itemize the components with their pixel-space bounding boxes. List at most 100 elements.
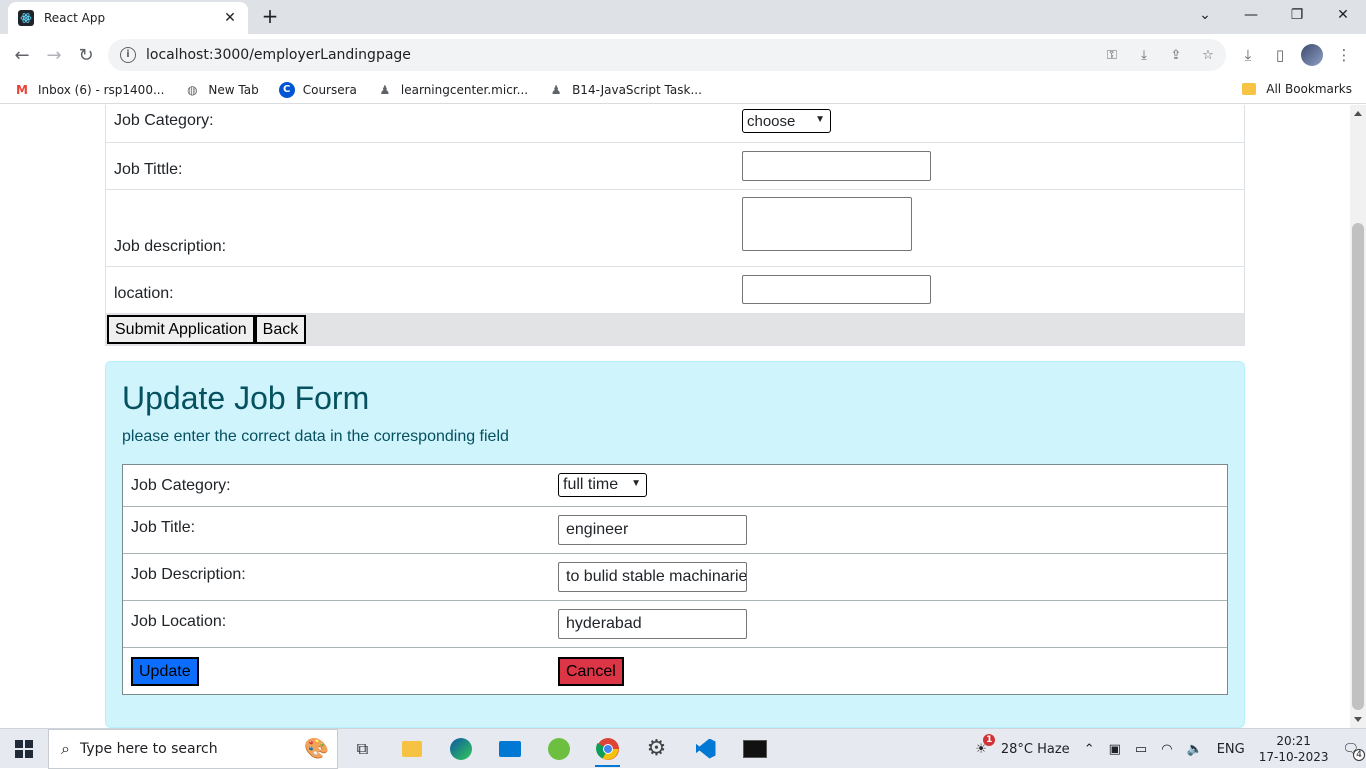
update-title-label: Job Title: — [131, 519, 196, 536]
task-view-icon[interactable]: ⧉ — [338, 729, 387, 769]
update-location-row: Job Location: hyderabad — [123, 601, 1227, 648]
gmail-icon: M — [16, 82, 28, 97]
browser-toolbar: ← → ↻ i localhost:3000/employerLandingpa… — [0, 34, 1366, 76]
tab-search-icon[interactable]: ⌄ — [1182, 0, 1228, 30]
update-form-title: Update Job Form — [122, 380, 370, 416]
notification-icon[interactable]: 🗨 4 — [1342, 742, 1365, 761]
forward-arrow-icon[interactable]: → — [42, 43, 66, 67]
key-icon[interactable]: ⚿ — [1102, 45, 1122, 65]
job-category-row: Job Category: choose ▼ — [106, 105, 1244, 143]
coursera-icon: C — [278, 81, 295, 98]
back-button[interactable]: Back — [254, 315, 307, 344]
location-label: location: — [114, 285, 174, 302]
globe-icon: ◍ — [187, 82, 198, 97]
job-category-select[interactable]: choose ▼ — [742, 109, 831, 133]
update-description-row: Job Description: to bulid stable machina… — [123, 554, 1227, 601]
settings-gear-icon[interactable]: ⚙ — [632, 729, 681, 769]
close-tab-icon[interactable]: ✕ — [222, 10, 238, 26]
install-icon[interactable]: ⤓ — [1134, 45, 1154, 65]
bookmark-b14-javascript[interactable]: ♟ B14-JavaScript Task... — [548, 82, 702, 98]
update-location-input[interactable]: hyderabad — [558, 609, 747, 639]
windows-start-icon[interactable] — [0, 729, 48, 769]
page-scrollbar[interactable] — [1350, 105, 1366, 728]
meet-icon[interactable]: ▣ — [1109, 742, 1121, 757]
post-job-form: Job Category: choose ▼ Job Tittle: Job d… — [105, 105, 1245, 346]
minimize-icon[interactable]: — — [1228, 0, 1274, 30]
taskbar-search[interactable]: ⌕ Type here to search 🎨 — [48, 728, 338, 769]
system-tray: ☀ 1 28°C Haze ⌃ ▣ ▭ ◠ 🔈 ENG 20:21 17-10-2… — [968, 729, 1366, 769]
all-bookmarks[interactable]: All Bookmarks — [1242, 82, 1352, 96]
page-viewport: Job Category: choose ▼ Job Tittle: Job d… — [0, 105, 1366, 728]
bookmark-learningcenter[interactable]: ♟ learningcenter.micr... — [377, 82, 529, 98]
volume-icon[interactable]: 🔈 — [1187, 742, 1203, 757]
bookmark-new-tab[interactable]: ◍ New Tab — [184, 82, 259, 98]
submit-application-button[interactable]: Submit Application — [107, 315, 255, 344]
weather-text[interactable]: 28°C Haze — [1001, 742, 1070, 757]
job-description-row: Job description: — [106, 190, 1244, 267]
search-highlight-icon: 🎨 — [304, 735, 329, 760]
wifi-icon[interactable]: ◠ — [1161, 742, 1172, 757]
bookmark-coursera[interactable]: C Coursera — [278, 81, 357, 98]
reload-icon[interactable]: ↻ — [74, 43, 98, 67]
menu-icon[interactable]: ⋮ — [1332, 43, 1356, 67]
chevron-down-icon: ▼ — [815, 114, 825, 125]
job-category-label: Job Category: — [114, 112, 214, 129]
update-category-label: Job Category: — [131, 477, 231, 494]
bookmark-gmail[interactable]: M Inbox (6) - rsp1400... — [14, 82, 164, 98]
scroll-down-icon[interactable] — [1354, 717, 1362, 722]
address-bar[interactable]: i localhost:3000/employerLandingpage ⚿ ⤓… — [108, 39, 1226, 71]
terminal-icon[interactable] — [730, 729, 779, 769]
file-explorer-icon[interactable] — [387, 729, 436, 769]
chevron-down-icon: ▼ — [631, 478, 641, 489]
windows-taskbar: ⌕ Type here to search 🎨 ⧉ ⚙ ☀ 1 28°C Haze… — [0, 728, 1366, 769]
cancel-button[interactable]: Cancel — [558, 657, 624, 686]
tab-title: React App — [44, 11, 106, 25]
job-description-textarea[interactable] — [742, 197, 912, 251]
star-icon[interactable]: ☆ — [1198, 45, 1218, 65]
update-description-input[interactable]: to bulid stable machinaries — [558, 562, 747, 592]
new-tab-icon[interactable]: + — [258, 6, 282, 28]
chevron-up-icon[interactable]: ⌃ — [1084, 742, 1095, 757]
update-actions-row: Update Cancel — [123, 648, 1227, 694]
share-icon[interactable]: ⇪ — [1166, 45, 1186, 65]
update-category-row: Job Category: full time ▼ — [123, 465, 1227, 507]
side-panel-icon[interactable]: ▯ — [1268, 43, 1292, 67]
update-button[interactable]: Update — [131, 657, 199, 686]
weather-icon[interactable]: ☀ 1 — [975, 733, 996, 757]
bookmarks-bar: M Inbox (6) - rsp1400... ◍ New Tab C Cou… — [0, 76, 1366, 104]
update-job-card: Update Job Form please enter the correct… — [105, 361, 1245, 728]
update-category-select[interactable]: full time ▼ — [558, 473, 647, 497]
job-title-input[interactable] — [742, 151, 931, 181]
battery-icon[interactable]: ▭ — [1135, 742, 1147, 757]
job-description-label: Job description: — [114, 238, 227, 255]
language-indicator[interactable]: ENG — [1217, 742, 1245, 757]
profile-avatar[interactable] — [1300, 43, 1324, 67]
restore-icon[interactable]: ❐ — [1274, 0, 1320, 30]
scroll-thumb[interactable] — [1352, 223, 1364, 710]
mail-icon[interactable] — [485, 729, 534, 769]
job-title-label: Job Tittle: — [114, 161, 183, 178]
update-form-subtitle: please enter the correct data in the cor… — [122, 428, 509, 445]
scroll-up-icon[interactable] — [1354, 111, 1362, 116]
react-icon — [18, 10, 34, 26]
downloads-icon[interactable]: ⤓ — [1236, 43, 1260, 67]
update-title-input[interactable]: engineer — [558, 515, 747, 545]
chrome-icon[interactable] — [583, 729, 632, 769]
edge-icon[interactable] — [436, 729, 485, 769]
user-icon: ♟ — [379, 82, 391, 97]
location-input[interactable] — [742, 275, 931, 304]
location-row: location: — [106, 267, 1244, 314]
app-green-icon[interactable] — [534, 729, 583, 769]
update-title-row: Job Title: engineer — [123, 507, 1227, 554]
url-text[interactable]: localhost:3000/employerLandingpage — [146, 47, 411, 63]
back-arrow-icon[interactable]: ← — [10, 43, 34, 67]
search-icon: ⌕ — [61, 738, 70, 758]
browser-tab[interactable]: React App ✕ — [8, 2, 248, 34]
window-close-icon[interactable]: ✕ — [1320, 0, 1366, 30]
update-location-label: Job Location: — [131, 613, 227, 630]
tab-strip: React App ✕ + ⌄ — ❐ ✕ — [0, 0, 1366, 34]
user-icon: ♟ — [550, 82, 562, 97]
site-info-icon[interactable]: i — [120, 47, 136, 63]
vscode-icon[interactable] — [681, 729, 730, 769]
clock[interactable]: 20:21 17-10-2023 — [1259, 733, 1329, 765]
